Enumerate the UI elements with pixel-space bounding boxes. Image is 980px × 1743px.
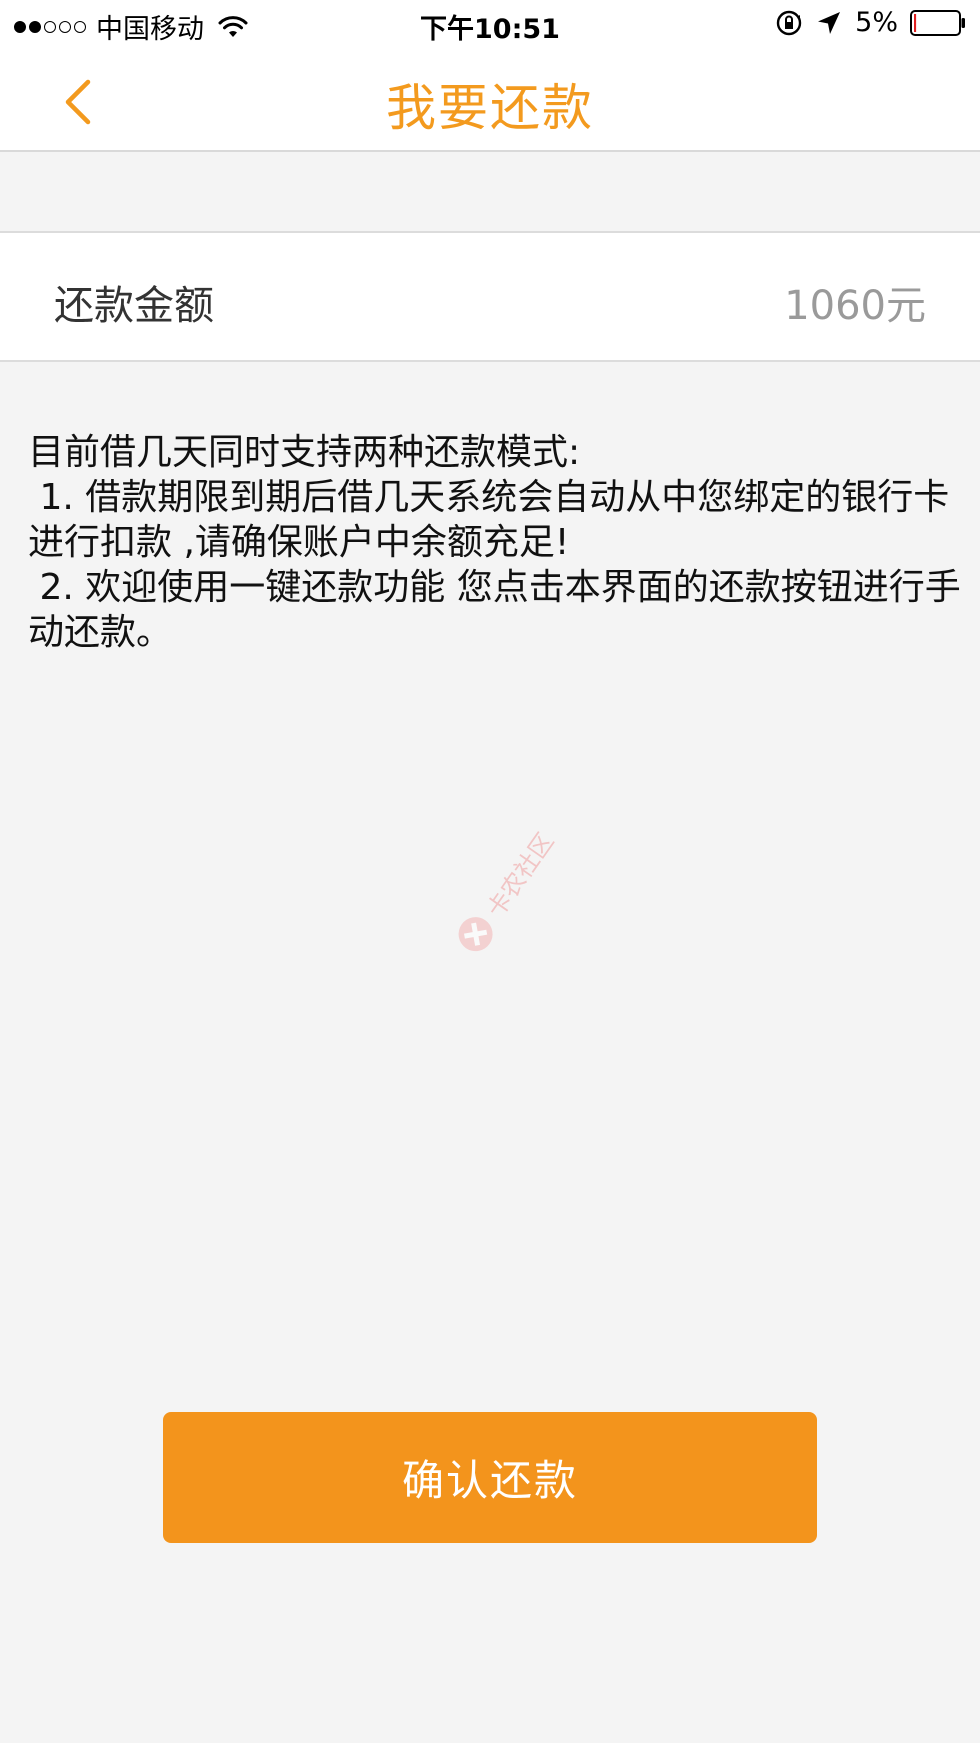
navigation-bar: 我要还款 [0,50,980,152]
info-line: 目前借几天同时支持两种还款模式: [28,432,581,473]
watermark-text: 卡农社区 [481,827,560,923]
status-bar: 中国移动 下午10:51 5% [0,0,980,50]
battery-icon [910,9,965,36]
page-title: 我要还款 [386,79,594,137]
amount-label: 还款金额 [54,283,214,329]
watermark: 卡农社区 [407,779,613,990]
screen: 中国移动 下午10:51 5% 我要还款 还款金额 1060元 目前借几天同时支… [0,0,980,1743]
amount-value: 1060元 [784,283,926,329]
status-right: 5% [775,7,966,38]
info-line: 2. 欢迎使用一键还款功能 您点击本界面的还款按钮进行手动还款。 [28,567,961,653]
info-line: 1. 借款期限到期后借几天系统会自动从中您绑定的银行卡进行扣款 ,请确保账户中余… [28,477,950,563]
confirm-repayment-button[interactable]: 确认还款 [163,1412,817,1543]
battery-fill [914,13,917,32]
repayment-info: 目前借几天同时支持两种还款模式: 1. 借款期限到期后借几天系统会自动从中您绑定… [28,430,963,655]
rotation-lock-icon [776,10,802,35]
location-arrow-icon [818,11,841,34]
repayment-amount-row: 还款金额 1060元 [0,231,980,362]
battery-percent: 5% [855,7,898,38]
